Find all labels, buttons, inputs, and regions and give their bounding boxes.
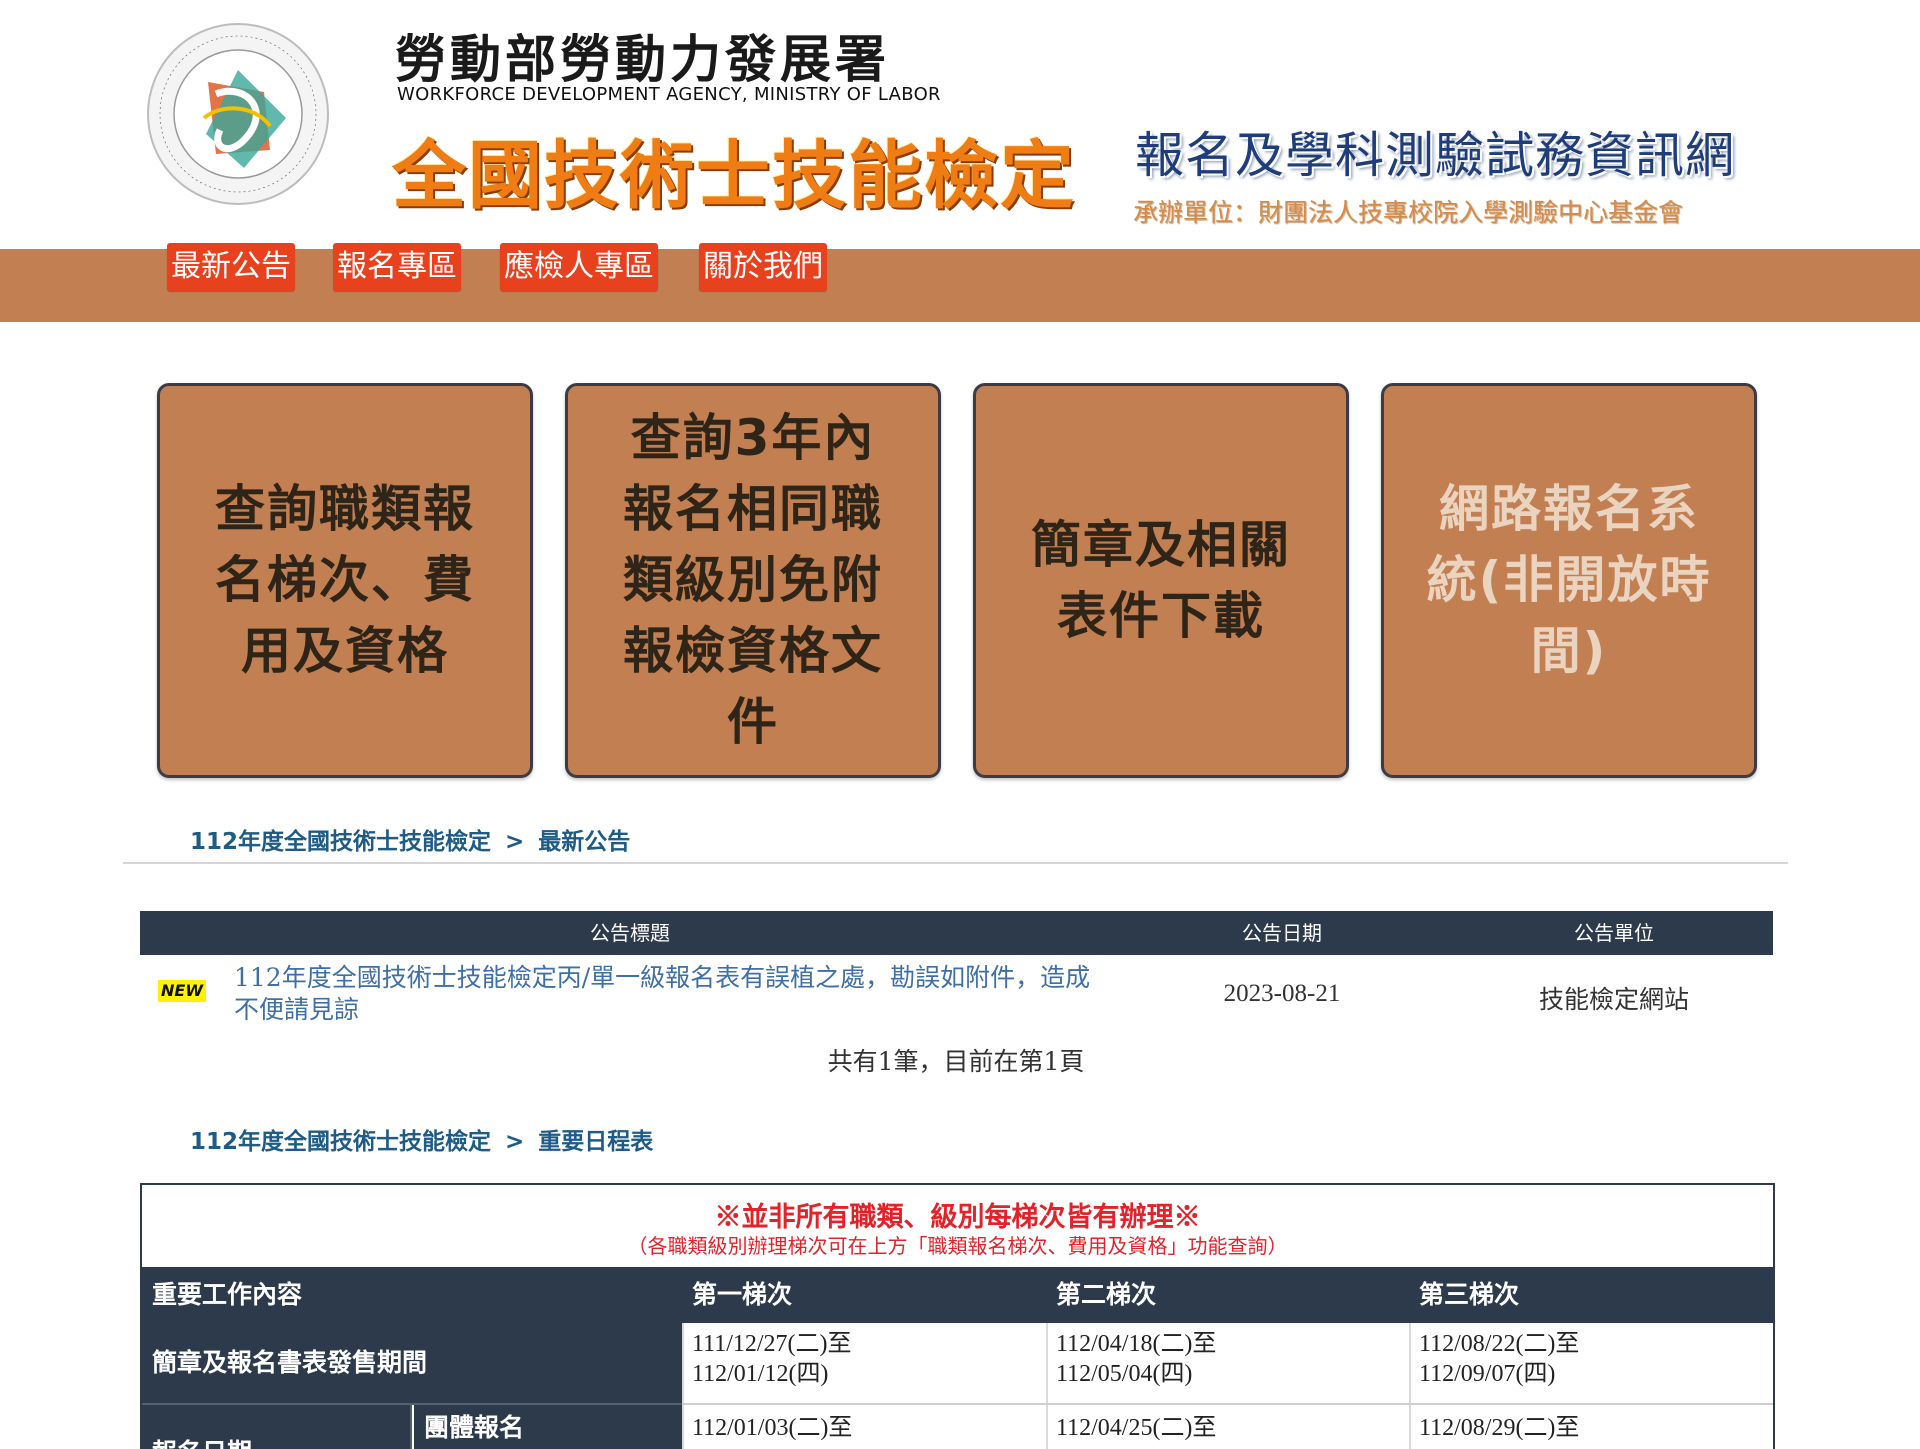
divider xyxy=(123,862,1788,864)
nav-latest-news[interactable]: 最新公告 xyxy=(167,243,295,291)
tile-label: 查詢職類報名梯次、費用及資格 xyxy=(215,480,475,680)
agency-name-zh: 勞動部勞動力發展署 xyxy=(395,31,891,90)
tile-label: 網路報名系統(非開放時間) xyxy=(1426,480,1712,680)
organizer-text: 承辦單位：財團法人技專校院入學測驗中心基金會 xyxy=(1133,198,1684,227)
grid-line xyxy=(410,1405,412,1449)
nav-registration[interactable]: 報名專區 xyxy=(333,243,461,291)
agency-logo xyxy=(146,22,330,206)
breadcrumb-news: 112年度全國技術士技能檢定 > 最新公告 xyxy=(190,822,630,856)
tile-label: 簡章及相關表件下載 xyxy=(1031,515,1291,645)
grid-line xyxy=(1046,1323,1048,1449)
col-header-round3: 第三梯次 xyxy=(1419,1280,1520,1309)
announcement-date: 2023-08-21 xyxy=(1223,980,1341,1007)
new-badge: NEW xyxy=(158,980,206,1002)
schedule-cell: 112/08/29(二)至 xyxy=(1419,1415,1580,1441)
breadcrumb-schedule: 112年度全國技術士技能檢定 > 重要日程表 xyxy=(190,1122,653,1156)
pagination-info: 共有1筆，目前在第1頁 xyxy=(827,1047,1085,1076)
col-header-work: 重要工作內容 xyxy=(152,1280,303,1309)
schedule-cell: 112/04/18(二)至 112/05/04(四) xyxy=(1056,1331,1217,1387)
breadcrumb-root[interactable]: 112年度全國技術士技能檢定 xyxy=(190,1129,491,1155)
breadcrumb-separator: > xyxy=(505,1129,525,1155)
schedule-table: ※並非所有職類、級別每梯次皆有辦理※ （各職類級別辦理梯次可在上方「職類報名梯次… xyxy=(140,1183,1775,1449)
col-header-unit: 公告單位 xyxy=(1574,921,1654,945)
col-header-round1: 第一梯次 xyxy=(692,1280,793,1309)
schedule-cell: 111/12/27(二)至 112/01/12(四) xyxy=(692,1331,852,1387)
grid-line xyxy=(682,1403,1773,1405)
announcement-title-link[interactable]: 112年度全國技術士技能檢定丙/單一級報名表有誤植之處，勘誤如附件，造成不便請見… xyxy=(234,962,1104,1026)
grid-line xyxy=(1409,1323,1411,1449)
schedule-note: （各職類級別辦理梯次可在上方「職類報名梯次、費用及資格」功能查詢） xyxy=(627,1234,1288,1258)
agency-name-en: WORKFORCE DEVELOPMENT AGENCY, MINISTRY O… xyxy=(397,84,941,105)
schedule-cell: 112/01/03(二)至 xyxy=(692,1415,853,1441)
tile-label: 查詢3年內報名相同職類級別免附報檢資格文件 xyxy=(623,409,883,751)
col-header-title: 公告標題 xyxy=(590,921,670,945)
row-sublabel-group: 團體報名 xyxy=(414,1405,682,1449)
tile-query-schedule-fees[interactable]: 查詢職類報名梯次、費用及資格 xyxy=(157,383,533,778)
grid-line xyxy=(142,1403,682,1405)
site-main-title: 全國技術士技能檢定 xyxy=(392,133,1076,219)
schedule-cell: 112/08/22(二)至 112/09/07(四) xyxy=(1419,1331,1580,1387)
col-header-date: 公告日期 xyxy=(1242,921,1322,945)
grid-line xyxy=(682,1323,684,1449)
nav-candidate-area[interactable]: 應檢人專區 xyxy=(500,243,658,291)
tile-query-exempt-documents[interactable]: 查詢3年內報名相同職類級別免附報檢資格文件 xyxy=(565,383,941,778)
announcement-unit: 技能檢定網站 xyxy=(1538,985,1689,1014)
col-header-round2: 第二梯次 xyxy=(1056,1280,1157,1309)
row-label-brochure: 簡章及報名書表發售期間 xyxy=(142,1323,682,1403)
breadcrumb-root[interactable]: 112年度全國技術士技能檢定 xyxy=(190,829,491,855)
tile-brochure-download[interactable]: 簡章及相關表件下載 xyxy=(973,383,1349,778)
schedule-warning: ※並非所有職類、級別每梯次皆有辦理※ xyxy=(714,1202,1201,1233)
nav-about-us[interactable]: 關於我們 xyxy=(699,243,827,291)
schedule-cell: 112/04/25(二)至 xyxy=(1056,1415,1217,1441)
announcement-table-header: 公告標題 公告日期 公告單位 xyxy=(140,911,1773,955)
breadcrumb-current[interactable]: 重要日程表 xyxy=(538,1129,653,1155)
site-sub-title: 報名及學科測驗試務資訊網 xyxy=(1135,127,1736,184)
breadcrumb-separator: > xyxy=(505,829,525,855)
row-label-registration-date: 報名日期 xyxy=(142,1405,412,1449)
breadcrumb-current[interactable]: 最新公告 xyxy=(538,829,630,855)
tile-online-registration[interactable]: 網路報名系統(非開放時間) xyxy=(1381,383,1757,778)
